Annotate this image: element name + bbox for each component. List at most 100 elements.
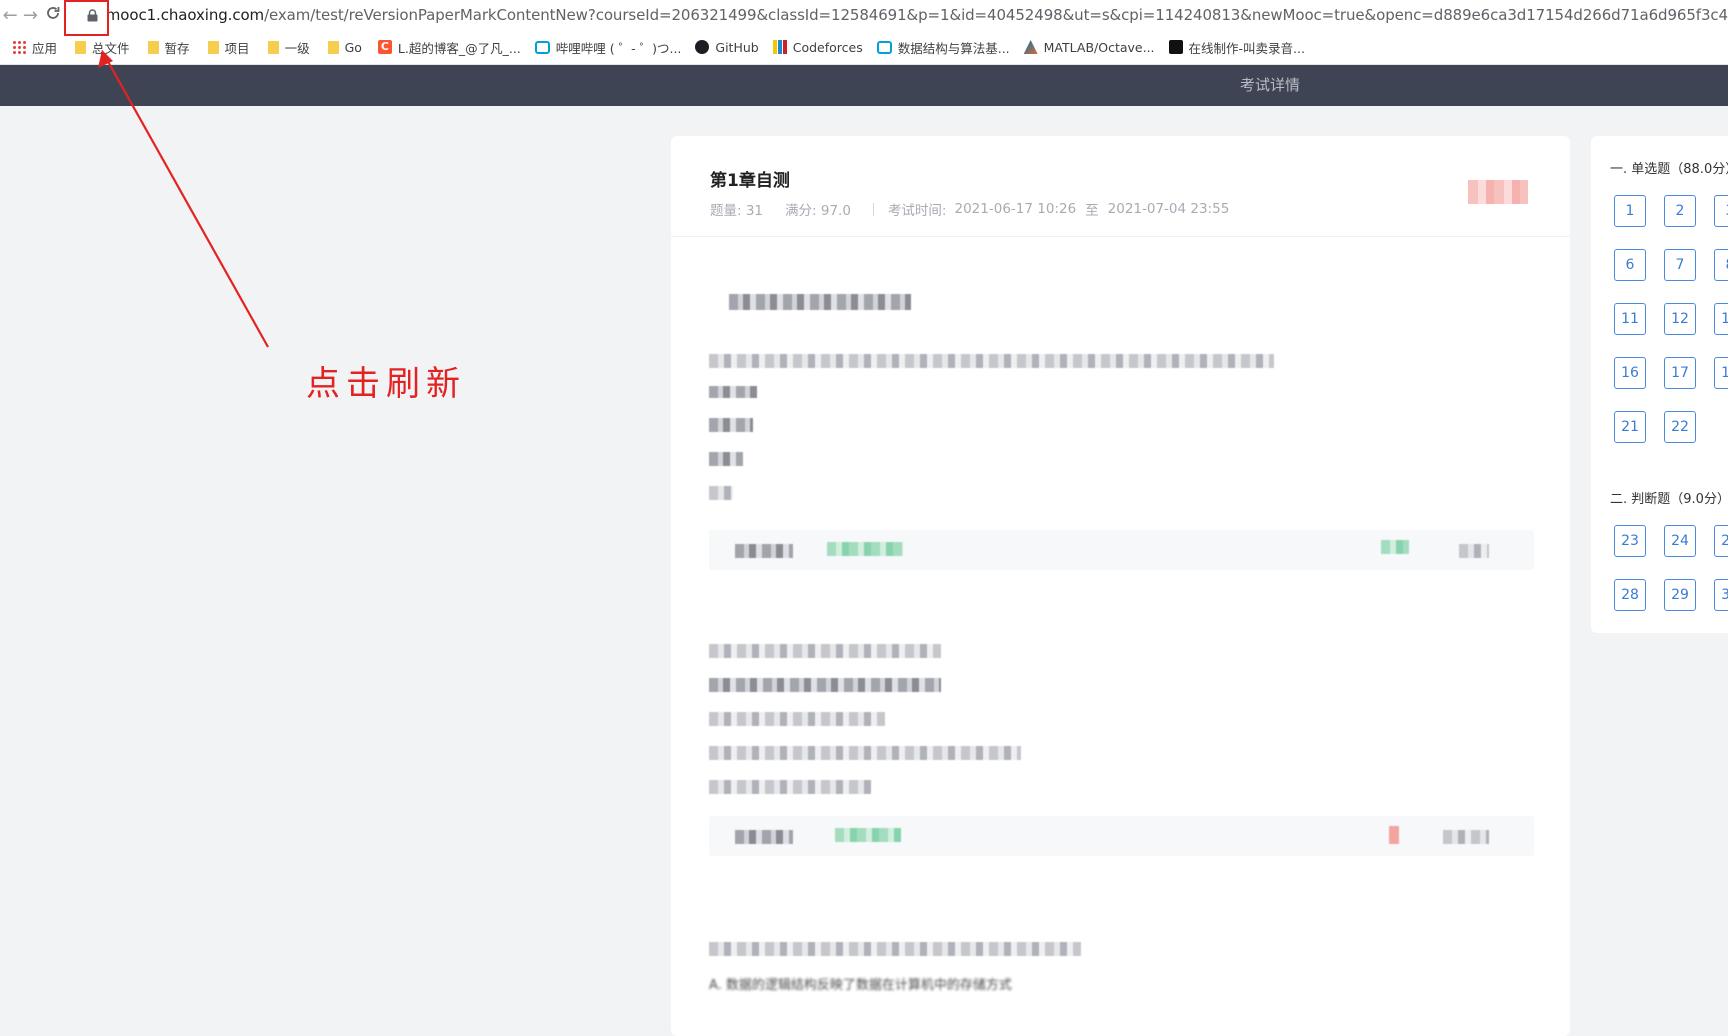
forward-button[interactable]: → xyxy=(20,0,40,30)
answer-row-redacted xyxy=(709,816,1534,856)
folder-icon xyxy=(207,40,219,54)
question-number-button[interactable]: 11 xyxy=(1614,303,1646,335)
bookmark-folder[interactable]: 暂存 xyxy=(140,33,200,61)
codeforces-icon xyxy=(772,40,787,54)
bookmark-folder[interactable]: 项目 xyxy=(200,33,260,61)
question-number-button[interactable]: 21 xyxy=(1614,411,1646,443)
question-number-button[interactable]: 28 xyxy=(1614,579,1646,611)
question-stem-redacted xyxy=(709,644,941,658)
question-number-button[interactable]: 13 xyxy=(1714,303,1728,335)
question-number-button[interactable]: 16 xyxy=(1614,357,1646,389)
bookmark-codeforces[interactable]: Codeforces xyxy=(772,33,873,61)
question-count: 题量: 31 xyxy=(710,203,764,219)
exam-end-time: 2021-07-04 23:55 xyxy=(1107,201,1230,217)
bookmark-apps[interactable]: 应用 xyxy=(12,33,67,61)
bilibili-icon xyxy=(876,40,892,54)
bookmark-label: MATLAB/Octave... xyxy=(1043,39,1155,55)
correct-answer-redacted xyxy=(835,828,901,842)
browser-toolbar: ← → mooc1.chaoxing.com/exam/test/reVersi… xyxy=(0,0,1728,30)
bookmark-matlab[interactable]: MATLAB/Octave... xyxy=(1023,33,1165,61)
exam-paper: 第1章自测 题量: 31 满分: 97.0 考试时间: 2021-06-17 1… xyxy=(671,136,1570,1036)
paper-meta: 题量: 31 满分: 97.0 考试时间: 2021-06-17 10:26 至… xyxy=(710,199,1229,219)
bookmark-bilibili[interactable]: 哔哩哔哩 ( ゜- ゜)つ... xyxy=(534,33,692,61)
bookmark-label: Codeforces xyxy=(792,39,863,55)
result-mark-redacted xyxy=(1381,540,1409,554)
arrow-left-icon: ← xyxy=(2,4,18,26)
score-redacted xyxy=(1443,830,1489,844)
paper-title: 第1章自测 xyxy=(710,171,790,191)
section-heading-redacted xyxy=(729,294,911,310)
header-divider xyxy=(671,236,1570,237)
option-redacted xyxy=(709,678,941,692)
question-number-button[interactable]: 8 xyxy=(1714,249,1728,281)
answer-sheet: 一. 单选题（88.0分） 1 2 3 6 7 8 11 12 13 16 17… xyxy=(1591,136,1728,633)
correct-answer-redacted xyxy=(827,542,903,556)
reload-button[interactable] xyxy=(43,0,63,30)
bookmark-data-structures[interactable]: 数据结构与算法基... xyxy=(876,33,1020,61)
meta-divider xyxy=(872,202,874,216)
site-header: 考试详情 xyxy=(0,65,1728,106)
question-number-button[interactable]: 30 xyxy=(1714,579,1728,611)
option-redacted xyxy=(709,780,871,794)
bookmark-folder[interactable]: 总文件 xyxy=(67,33,140,61)
question-number-button[interactable]: 2 xyxy=(1664,195,1696,227)
matlab-icon xyxy=(1023,40,1038,54)
bookmark-label: 数据结构与算法基... xyxy=(897,40,1010,56)
bookmark-folder[interactable]: 一级 xyxy=(260,33,320,61)
bookmark-recorder[interactable]: 在线制作-叫卖录音... xyxy=(1168,33,1315,61)
bookmark-label: 哔哩哔哩 ( ゜- ゜)つ... xyxy=(555,40,682,56)
folder-icon xyxy=(327,40,339,54)
option-a-partially-redacted: A. 数据的逻辑结构反映了数据在计算机中的存储方式 xyxy=(709,978,1012,993)
exam-time-label: 考试时间: xyxy=(887,203,947,219)
question-number-button[interactable]: 25 xyxy=(1714,525,1728,557)
question-number-button[interactable]: 1 xyxy=(1614,195,1646,227)
question-number-button[interactable]: 12 xyxy=(1664,303,1696,335)
question-number-button[interactable]: 22 xyxy=(1664,411,1696,443)
section-true-false-title: 二. 判断题（9.0分） xyxy=(1610,492,1728,507)
exam-start-time: 2021-06-17 10:26 xyxy=(954,201,1077,217)
bookmark-label: 在线制作-叫卖录音... xyxy=(1188,40,1305,56)
option-redacted xyxy=(709,386,757,398)
url-host: mooc1.chaoxing.com xyxy=(105,6,265,24)
github-icon xyxy=(695,40,710,54)
score-badge-redacted xyxy=(1468,180,1528,204)
answer-row-redacted xyxy=(709,530,1534,570)
folder-icon xyxy=(267,40,279,54)
bookmark-label: L.超的博客_@了凡_... xyxy=(397,40,521,56)
question-number-button[interactable]: 6 xyxy=(1614,249,1646,281)
bookmark-folder[interactable]: Go xyxy=(320,33,372,61)
bilibili-icon xyxy=(534,40,550,54)
option-redacted xyxy=(709,746,1021,760)
bookmark-github[interactable]: GitHub xyxy=(695,33,768,61)
bookmark-label: GitHub xyxy=(715,39,759,55)
question-number-button[interactable]: 24 xyxy=(1664,525,1696,557)
bookmark-label: 项目 xyxy=(224,40,250,56)
bookmark-label: Go xyxy=(344,39,362,55)
exam-time-separator: 至 xyxy=(1085,203,1099,219)
question-number-button[interactable]: 29 xyxy=(1664,579,1696,611)
folder-icon xyxy=(75,40,87,54)
address-bar[interactable]: mooc1.chaoxing.com/exam/test/reVersionPa… xyxy=(106,6,1728,24)
folder-icon xyxy=(147,40,159,54)
recorder-icon xyxy=(1168,40,1183,54)
question-stem-redacted xyxy=(709,942,1081,956)
bookmark-label: 应用 xyxy=(32,40,58,56)
back-button[interactable]: ← xyxy=(0,0,20,30)
result-mark-redacted xyxy=(1389,826,1399,844)
score-redacted xyxy=(1459,544,1489,558)
question-number-button[interactable]: 23 xyxy=(1614,525,1646,557)
question-number-button[interactable]: 3 xyxy=(1714,195,1728,227)
bookmark-label: 总文件 xyxy=(92,40,130,56)
reload-icon xyxy=(45,5,61,26)
csdn-icon: C xyxy=(377,40,392,54)
reload-highlight-box xyxy=(64,0,109,36)
question-number-button[interactable]: 7 xyxy=(1664,249,1696,281)
bookmark-csdn[interactable]: C L.超的博客_@了凡_... xyxy=(377,33,531,61)
section-single-choice-title: 一. 单选题（88.0分） xyxy=(1610,162,1728,177)
question-number-button[interactable]: 17 xyxy=(1664,357,1696,389)
question-number-button[interactable]: 18 xyxy=(1714,357,1728,389)
question-stem-redacted xyxy=(709,354,1274,368)
url-path: /exam/test/reVersionPaperMarkContentNew?… xyxy=(264,6,1728,24)
my-answer-redacted xyxy=(735,544,793,558)
option-redacted xyxy=(709,712,885,726)
